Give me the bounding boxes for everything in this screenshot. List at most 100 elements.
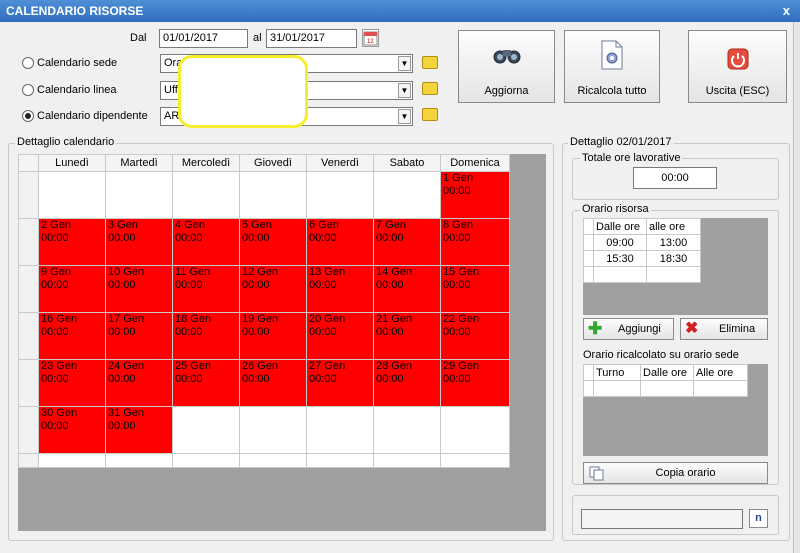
calendar-day-cell[interactable]: 26 Gen 00:00: [239, 359, 307, 407]
calendar-day-cell[interactable]: 10 Gen 00:00: [105, 265, 173, 313]
calendar-day-cell[interactable]: 13 Gen 00:00: [306, 265, 374, 313]
calendar-day-cell[interactable]: 16 Gen 00:00: [38, 312, 106, 360]
column-header-alle-ore[interactable]: Alle ore: [693, 364, 748, 381]
calendar-day-cell[interactable]: 9 Gen 00:00: [38, 265, 106, 313]
calendar-empty-cell[interactable]: [373, 453, 441, 468]
row-selector[interactable]: [583, 250, 594, 267]
calendar-day-cell[interactable]: 4 Gen 00:00: [172, 218, 240, 266]
calendar-empty-cell[interactable]: [440, 406, 510, 454]
calendar-empty-cell[interactable]: [239, 453, 307, 468]
table-cell[interactable]: 09:00: [593, 234, 647, 251]
calendar-day-cell[interactable]: 29 Gen 00:00: [440, 359, 510, 407]
column-header-dalle-ore[interactable]: Dalle ore: [593, 218, 647, 235]
ricalcola-tutto-button[interactable]: Ricalcola tutto: [564, 30, 660, 103]
calendar-day-cell[interactable]: 22 Gen 00:00: [440, 312, 510, 360]
radio-calendario-sede[interactable]: [22, 57, 34, 69]
row-selector[interactable]: [18, 312, 39, 360]
calendar-day-cell[interactable]: 11 Gen 00:00: [172, 265, 240, 313]
row-selector[interactable]: [583, 234, 594, 251]
radio-calendario-dipendente[interactable]: [22, 110, 34, 122]
table-row[interactable]: 09:00 13:00: [583, 234, 701, 251]
row-selector[interactable]: [583, 380, 594, 397]
calendar-day-cell[interactable]: 19 Gen 00:00: [239, 312, 307, 360]
table-row-new[interactable]: [583, 266, 701, 283]
calendar-day-cell[interactable]: 30 Gen 00:00: [38, 406, 106, 454]
table-cell[interactable]: 15:30: [593, 250, 647, 267]
uscita-button[interactable]: Uscita (ESC): [688, 30, 787, 103]
calendar-day-cell[interactable]: 23 Gen 00:00: [38, 359, 106, 407]
calendar-empty-cell[interactable]: [105, 171, 173, 219]
calendar-empty-cell[interactable]: [306, 406, 374, 454]
calendar-day-cell[interactable]: 27 Gen 00:00: [306, 359, 374, 407]
calendar-day-cell[interactable]: 17 Gen 00:00: [105, 312, 173, 360]
column-header-mercoledi[interactable]: Mercoledì: [172, 154, 240, 172]
calendar-empty-cell[interactable]: [172, 171, 240, 219]
calendar-day-cell[interactable]: 8 Gen 00:00: [440, 218, 510, 266]
row-selector[interactable]: [18, 406, 39, 454]
chevron-down-icon[interactable]: ▼: [398, 83, 411, 98]
table-cell[interactable]: 18:30: [646, 250, 701, 267]
aggiorna-button[interactable]: Aggiorna: [458, 30, 555, 103]
column-header-alle-ore[interactable]: alle ore: [646, 218, 701, 235]
column-header-lunedi[interactable]: Lunedì: [38, 154, 106, 172]
calendar-day-cell[interactable]: 28 Gen 00:00: [373, 359, 441, 407]
column-header-turno[interactable]: Turno: [593, 364, 641, 381]
radio-calendario-linea[interactable]: [22, 84, 34, 96]
calendar-day-cell[interactable]: 14 Gen 00:00: [373, 265, 441, 313]
copia-orario-button[interactable]: Copia orario: [583, 462, 768, 484]
calendar-empty-cell[interactable]: [239, 171, 307, 219]
calendar-day-cell[interactable]: 24 Gen 00:00: [105, 359, 173, 407]
row-selector[interactable]: [18, 359, 39, 407]
column-header-dalle-ore[interactable]: Dalle ore: [640, 364, 694, 381]
calendar-day-cell[interactable]: 2 Gen 00:00: [38, 218, 106, 266]
calendar-empty-cell[interactable]: [306, 171, 374, 219]
calendar-day-cell[interactable]: 21 Gen 00:00: [373, 312, 441, 360]
calendar-day-cell[interactable]: 20 Gen 00:00: [306, 312, 374, 360]
column-header-venerdi[interactable]: Venerdì: [306, 154, 374, 172]
al-date-input[interactable]: 31/01/2017: [266, 29, 357, 48]
calendar-day-cell[interactable]: 1 Gen 00:00: [440, 171, 510, 219]
row-selector[interactable]: [18, 218, 39, 266]
calendar-day-cell[interactable]: 15 Gen 00:00: [440, 265, 510, 313]
column-header-martedi[interactable]: Martedì: [105, 154, 173, 172]
calendar-day-cell[interactable]: 5 Gen 00:00: [239, 218, 307, 266]
dal-date-input[interactable]: 01/01/2017: [159, 29, 248, 48]
folder-icon[interactable]: [422, 56, 438, 69]
row-selector[interactable]: [18, 171, 39, 219]
column-header-sabato[interactable]: Sabato: [373, 154, 441, 172]
calendar-day-cell[interactable]: 25 Gen 00:00: [172, 359, 240, 407]
calendar-day-cell[interactable]: 6 Gen 00:00: [306, 218, 374, 266]
aggiungi-button[interactable]: ✚ Aggiungi: [583, 318, 674, 340]
table-cell[interactable]: 13:00: [646, 234, 701, 251]
calendar-empty-cell[interactable]: [38, 171, 106, 219]
calendar-empty-cell[interactable]: [239, 406, 307, 454]
folder-icon[interactable]: [422, 82, 438, 95]
close-icon[interactable]: x: [783, 0, 790, 22]
calendar-picker-icon[interactable]: 12: [362, 29, 379, 47]
calendar-day-cell[interactable]: 18 Gen 00:00: [172, 312, 240, 360]
chevron-down-icon[interactable]: ▼: [398, 109, 411, 124]
row-selector[interactable]: [583, 266, 594, 283]
calendar-empty-cell[interactable]: [172, 406, 240, 454]
calendar-empty-cell[interactable]: [172, 453, 240, 468]
table-row-new[interactable]: [18, 453, 510, 468]
calendar-empty-cell[interactable]: [373, 171, 441, 219]
calendar-empty-cell[interactable]: [105, 453, 173, 468]
elimina-button[interactable]: ✖ Elimina: [680, 318, 768, 340]
calendar-empty-cell[interactable]: [306, 453, 374, 468]
calendar-day-cell[interactable]: 3 Gen 00:00: [105, 218, 173, 266]
table-row-new[interactable]: [583, 380, 748, 397]
calendar-day-cell[interactable]: 12 Gen 00:00: [239, 265, 307, 313]
column-header-giovedi[interactable]: Giovedì: [239, 154, 307, 172]
calendar-empty-cell[interactable]: [38, 453, 106, 468]
calendar-day-cell[interactable]: 31 Gen 00:00: [105, 406, 173, 454]
calendar-empty-cell[interactable]: [440, 453, 510, 468]
chevron-down-icon[interactable]: ▼: [398, 56, 411, 71]
folder-icon[interactable]: [422, 108, 438, 121]
note-icon[interactable]: n: [749, 509, 768, 528]
row-selector[interactable]: [18, 453, 39, 468]
row-selector[interactable]: [18, 265, 39, 313]
totale-ore-field[interactable]: 00:00: [633, 167, 717, 189]
calendar-day-cell[interactable]: 7 Gen 00:00: [373, 218, 441, 266]
calendar-empty-cell[interactable]: [373, 406, 441, 454]
